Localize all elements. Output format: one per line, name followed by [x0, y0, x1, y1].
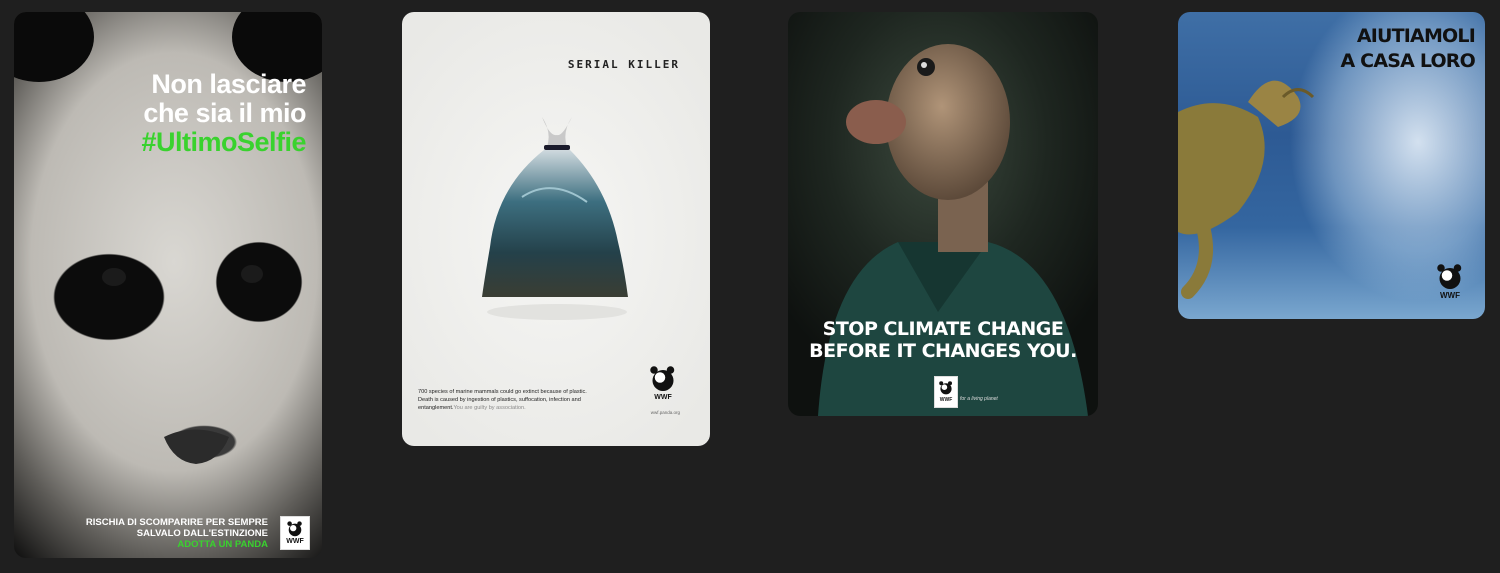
wwf-logo-text: WWF: [1440, 291, 1460, 300]
wwf-logo: WWF: [934, 376, 958, 408]
panda-headline: Non lasciare che sia il mio #UltimoSelfi…: [141, 70, 306, 157]
body-line: Death is caused by ingestion of plastics…: [418, 397, 581, 403]
headline-line: STOP CLIMATE CHANGE: [822, 318, 1064, 340]
panda-logo-icon: [939, 381, 952, 395]
serial-killer-poster-card[interactable]: SERIAL KILLER 700 species of marine mamm…: [402, 12, 710, 446]
poster-title: SERIAL KILLER: [567, 58, 680, 71]
wwf-logo-text: WWF: [939, 397, 953, 403]
serial-body-text: 700 species of marine mammals could go e…: [418, 388, 608, 412]
footer-line: SALVALO DALL'ESTINZIONE: [136, 528, 268, 539]
panda-footer-text: RISCHIA DI SCOMPARIRE PER SEMPRE SALVALO…: [86, 517, 268, 550]
turtle-poster-card[interactable]: AIUTIAMOLI A CASA LORO WWF: [1178, 12, 1485, 319]
headline-line: BEFORE IT CHANGES YOU.: [809, 340, 1077, 362]
wwf-logo-text: WWF: [286, 538, 304, 545]
headline-hashtag: #UltimoSelfie: [141, 127, 306, 157]
poster-url: wwf.panda.org: [650, 410, 680, 415]
headline-line: A CASA LORO: [1340, 50, 1475, 72]
climate-headline: STOP CLIMATE CHANGE BEFORE IT CHANGES YO…: [788, 318, 1098, 362]
wwf-logo-text: WWF: [654, 394, 672, 401]
climate-tagline: for a living planet: [960, 396, 998, 402]
footer-line: RISCHIA DI SCOMPARIRE PER SEMPRE: [85, 517, 268, 528]
panda-poster-card[interactable]: Non lasciare che sia il mio #UltimoSelfi…: [14, 12, 322, 558]
body-line: 700 species of marine mammals could go e…: [418, 389, 587, 395]
turtle-headline: AIUTIAMOLI A CASA LORO: [1340, 24, 1475, 74]
climate-change-poster-card[interactable]: STOP CLIMATE CHANGE BEFORE IT CHANGES YO…: [788, 12, 1098, 416]
panda-logo-icon: [1437, 264, 1462, 289]
panda-logo-icon: [650, 366, 675, 391]
body-grey-line: You are guilty by association.: [453, 405, 526, 411]
footer-cta: ADOTTA UN PANDA: [177, 539, 268, 550]
headline-line: AIUTIAMOLI: [1356, 25, 1476, 47]
headline-line: che sia il mio: [143, 98, 306, 128]
headline-line: Non lasciare: [151, 69, 306, 99]
body-line: entanglement.: [418, 405, 454, 411]
panda-logo-icon: [287, 521, 302, 537]
wwf-logo: WWF: [280, 516, 310, 550]
wwf-logo: WWF: [646, 360, 680, 406]
wwf-logo: WWF: [1433, 258, 1467, 304]
